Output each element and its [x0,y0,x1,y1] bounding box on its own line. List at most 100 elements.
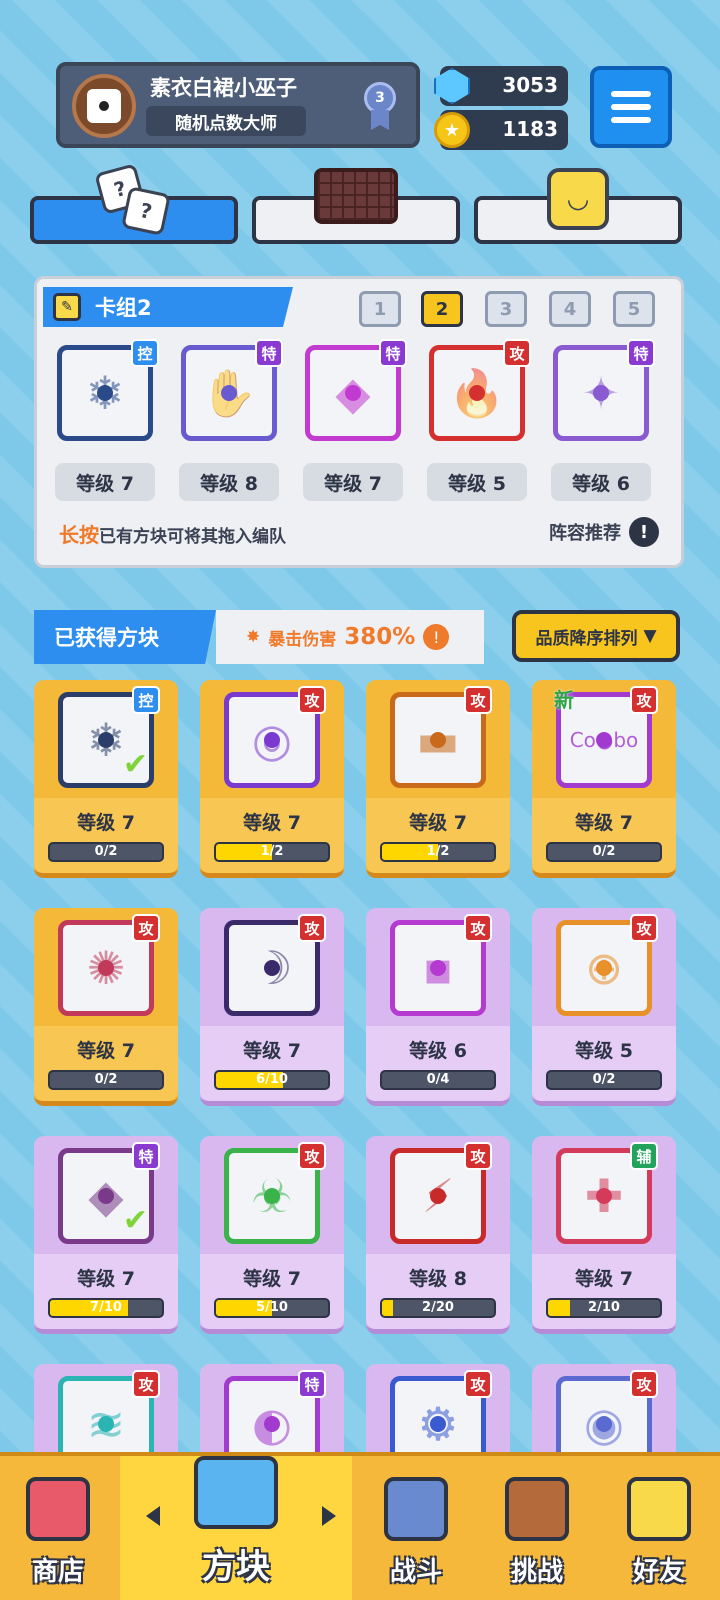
chevron-down-icon: ▼ [643,626,657,646]
crit-label: 暴击伤害 [268,629,337,650]
gem-amount: 3053 [502,73,558,97]
cube-type-badge: 攻 [298,914,326,942]
cube-pip [98,960,114,976]
cube-type-badge: 攻 [503,339,531,367]
crit-burst-icon: ✸ [246,627,261,647]
arrow-left-icon[interactable] [146,1506,160,1526]
cube-type-badge: 控 [131,339,159,367]
cube-level: 等级 7 [243,1268,301,1290]
nav-battle[interactable]: 战斗 [356,1456,476,1600]
cube-art: ◆特✔ [58,1142,160,1244]
info-icon: ! [629,517,659,547]
cube-art: ⊕攻 [556,914,658,1016]
cube-level: 等级 7 [409,812,467,834]
upgrade-progress-bar: 6/10 [214,1070,330,1090]
crit-info-icon[interactable]: ! [423,624,450,650]
lineup-recommend-button[interactable]: 阵容推荐 ! [549,517,659,547]
progress-text: 5/10 [256,1300,288,1315]
cube-art: ☣攻 [224,1142,326,1244]
player-profile-card[interactable]: 素衣白裙小巫子 随机点数大师 3 [56,62,420,148]
cube-icon [194,1456,278,1529]
deck-panel: ✎ 卡组2 1 2 3 4 5 ❄控等级 7 ✋特等级 8 ◆特等级 7 🔥攻等级 5… [34,276,684,568]
tab-board[interactable] [252,168,460,244]
hint-strong: 长按 [59,523,99,547]
rank-badge[interactable]: 3 [360,82,400,130]
cube-card[interactable]: ✚辅等级 7 2/10 [532,1136,676,1334]
cube-type-badge: 攻 [132,914,160,942]
coin-counter[interactable]: ★ 1183 [434,110,568,150]
menu-button[interactable] [590,66,672,148]
cube-card[interactable]: ⊕攻等级 5 0/2 [532,908,676,1106]
cube-pip [98,1416,114,1432]
hint-text: 已有方块可将其拖入编队 [99,527,286,547]
cube-level: 等级 7 [77,1268,135,1290]
deck-slot-2[interactable]: 2 [421,291,463,327]
nav-shop[interactable]: 商店 [0,1456,116,1600]
cube-card[interactable]: ◎攻等级 7 1/2 [200,680,344,878]
nav-label: 挑战 [510,1557,563,1587]
sort-dropdown[interactable]: 品质降序排列 ▼ [512,610,680,662]
deck-slot-5[interactable]: 5 [613,291,655,327]
drag-hint: 长按已有方块可将其拖入编队 [59,519,286,548]
progress-text: 0/4 [426,1072,450,1087]
cube-card[interactable]: ☣攻等级 7 5/10 [200,1136,344,1334]
gem-icon [434,68,470,104]
cube-art: ✺攻 [58,914,160,1016]
cube-pip [596,1416,612,1432]
arrow-right-icon[interactable] [322,1506,336,1526]
cube-type-badge: 攻 [464,1142,492,1170]
cube-pip [98,732,114,748]
cube-type-badge: 特 [298,1370,326,1398]
deck-title-bar[interactable]: ✎ 卡组2 [43,287,293,327]
pencil-icon[interactable]: ✎ [53,293,81,321]
nav-label: 好友 [632,1557,685,1587]
smiley-face-icon: ◡ [547,168,609,230]
cube-card[interactable]: ▪攻等级 6 0/4 [366,908,510,1106]
nav-label: 商店 [31,1557,84,1587]
upgrade-progress-bar: 2/20 [380,1298,496,1318]
challenge-icon [505,1477,569,1541]
deck-card[interactable]: ✋特 [181,339,283,441]
cube-level: 等级 7 [243,1040,301,1062]
player-avatar[interactable] [72,74,136,138]
deck-card[interactable]: ◆特 [305,339,407,441]
cube-pip [596,960,612,976]
tab-emote[interactable]: ◡ [474,168,682,244]
upgrade-progress-bar: 2/10 [546,1298,662,1318]
deck-slot-3[interactable]: 3 [485,291,527,327]
cube-pip [97,385,113,401]
nav-friends[interactable]: 好友 [598,1456,720,1600]
deck-slot-4[interactable]: 4 [549,291,591,327]
cube-pip [430,960,446,976]
deck-card[interactable]: ✦特 [553,339,655,441]
nav-cube[interactable]: 方块 [120,1456,352,1600]
cube-card[interactable]: ⚡攻等级 8 2/20 [366,1136,510,1334]
cube-card[interactable]: ◆特✔ 等级 7 7/10 [34,1136,178,1334]
cube-art: ☽攻 [224,914,326,1016]
progress-text: 2/10 [588,1300,620,1315]
crit-damage-info[interactable]: ✸ 暴击伤害 380% ! [216,610,484,664]
cube-card[interactable]: ▬攻等级 7 1/2 [366,680,510,878]
gem-counter[interactable]: 3053 [434,66,568,106]
deck-card[interactable]: ❄控 [57,339,159,441]
new-badge: 新 [554,688,574,712]
upgrade-progress-bar: 0/2 [48,1070,164,1090]
cube-card[interactable]: Co●bo攻新等级 70/2 [532,680,676,878]
progress-text: 1/2 [426,844,450,859]
cube-art: ❄控✔ [58,686,160,788]
deck-title: 卡组2 [95,296,152,320]
cube-pip [596,1188,612,1204]
cube-card[interactable]: ☽攻等级 7 6/10 [200,908,344,1106]
deck-slot-1[interactable]: 1 [359,291,401,327]
tab-dice[interactable]: ?? [30,163,238,244]
battle-icon [384,1477,448,1541]
cube-pip [593,385,609,401]
cube-card[interactable]: ❄控✔等级 70/2 [34,680,178,878]
upgrade-progress-bar: 7/10 [48,1298,164,1318]
cube-pip [430,1416,446,1432]
cube-card[interactable]: ✺攻等级 7 0/2 [34,908,178,1106]
deck-card[interactable]: 🔥攻 [429,339,531,441]
nav-challenge[interactable]: 挑战 [476,1456,598,1600]
cube-pip [596,732,612,748]
coin-icon: ★ [434,112,470,148]
